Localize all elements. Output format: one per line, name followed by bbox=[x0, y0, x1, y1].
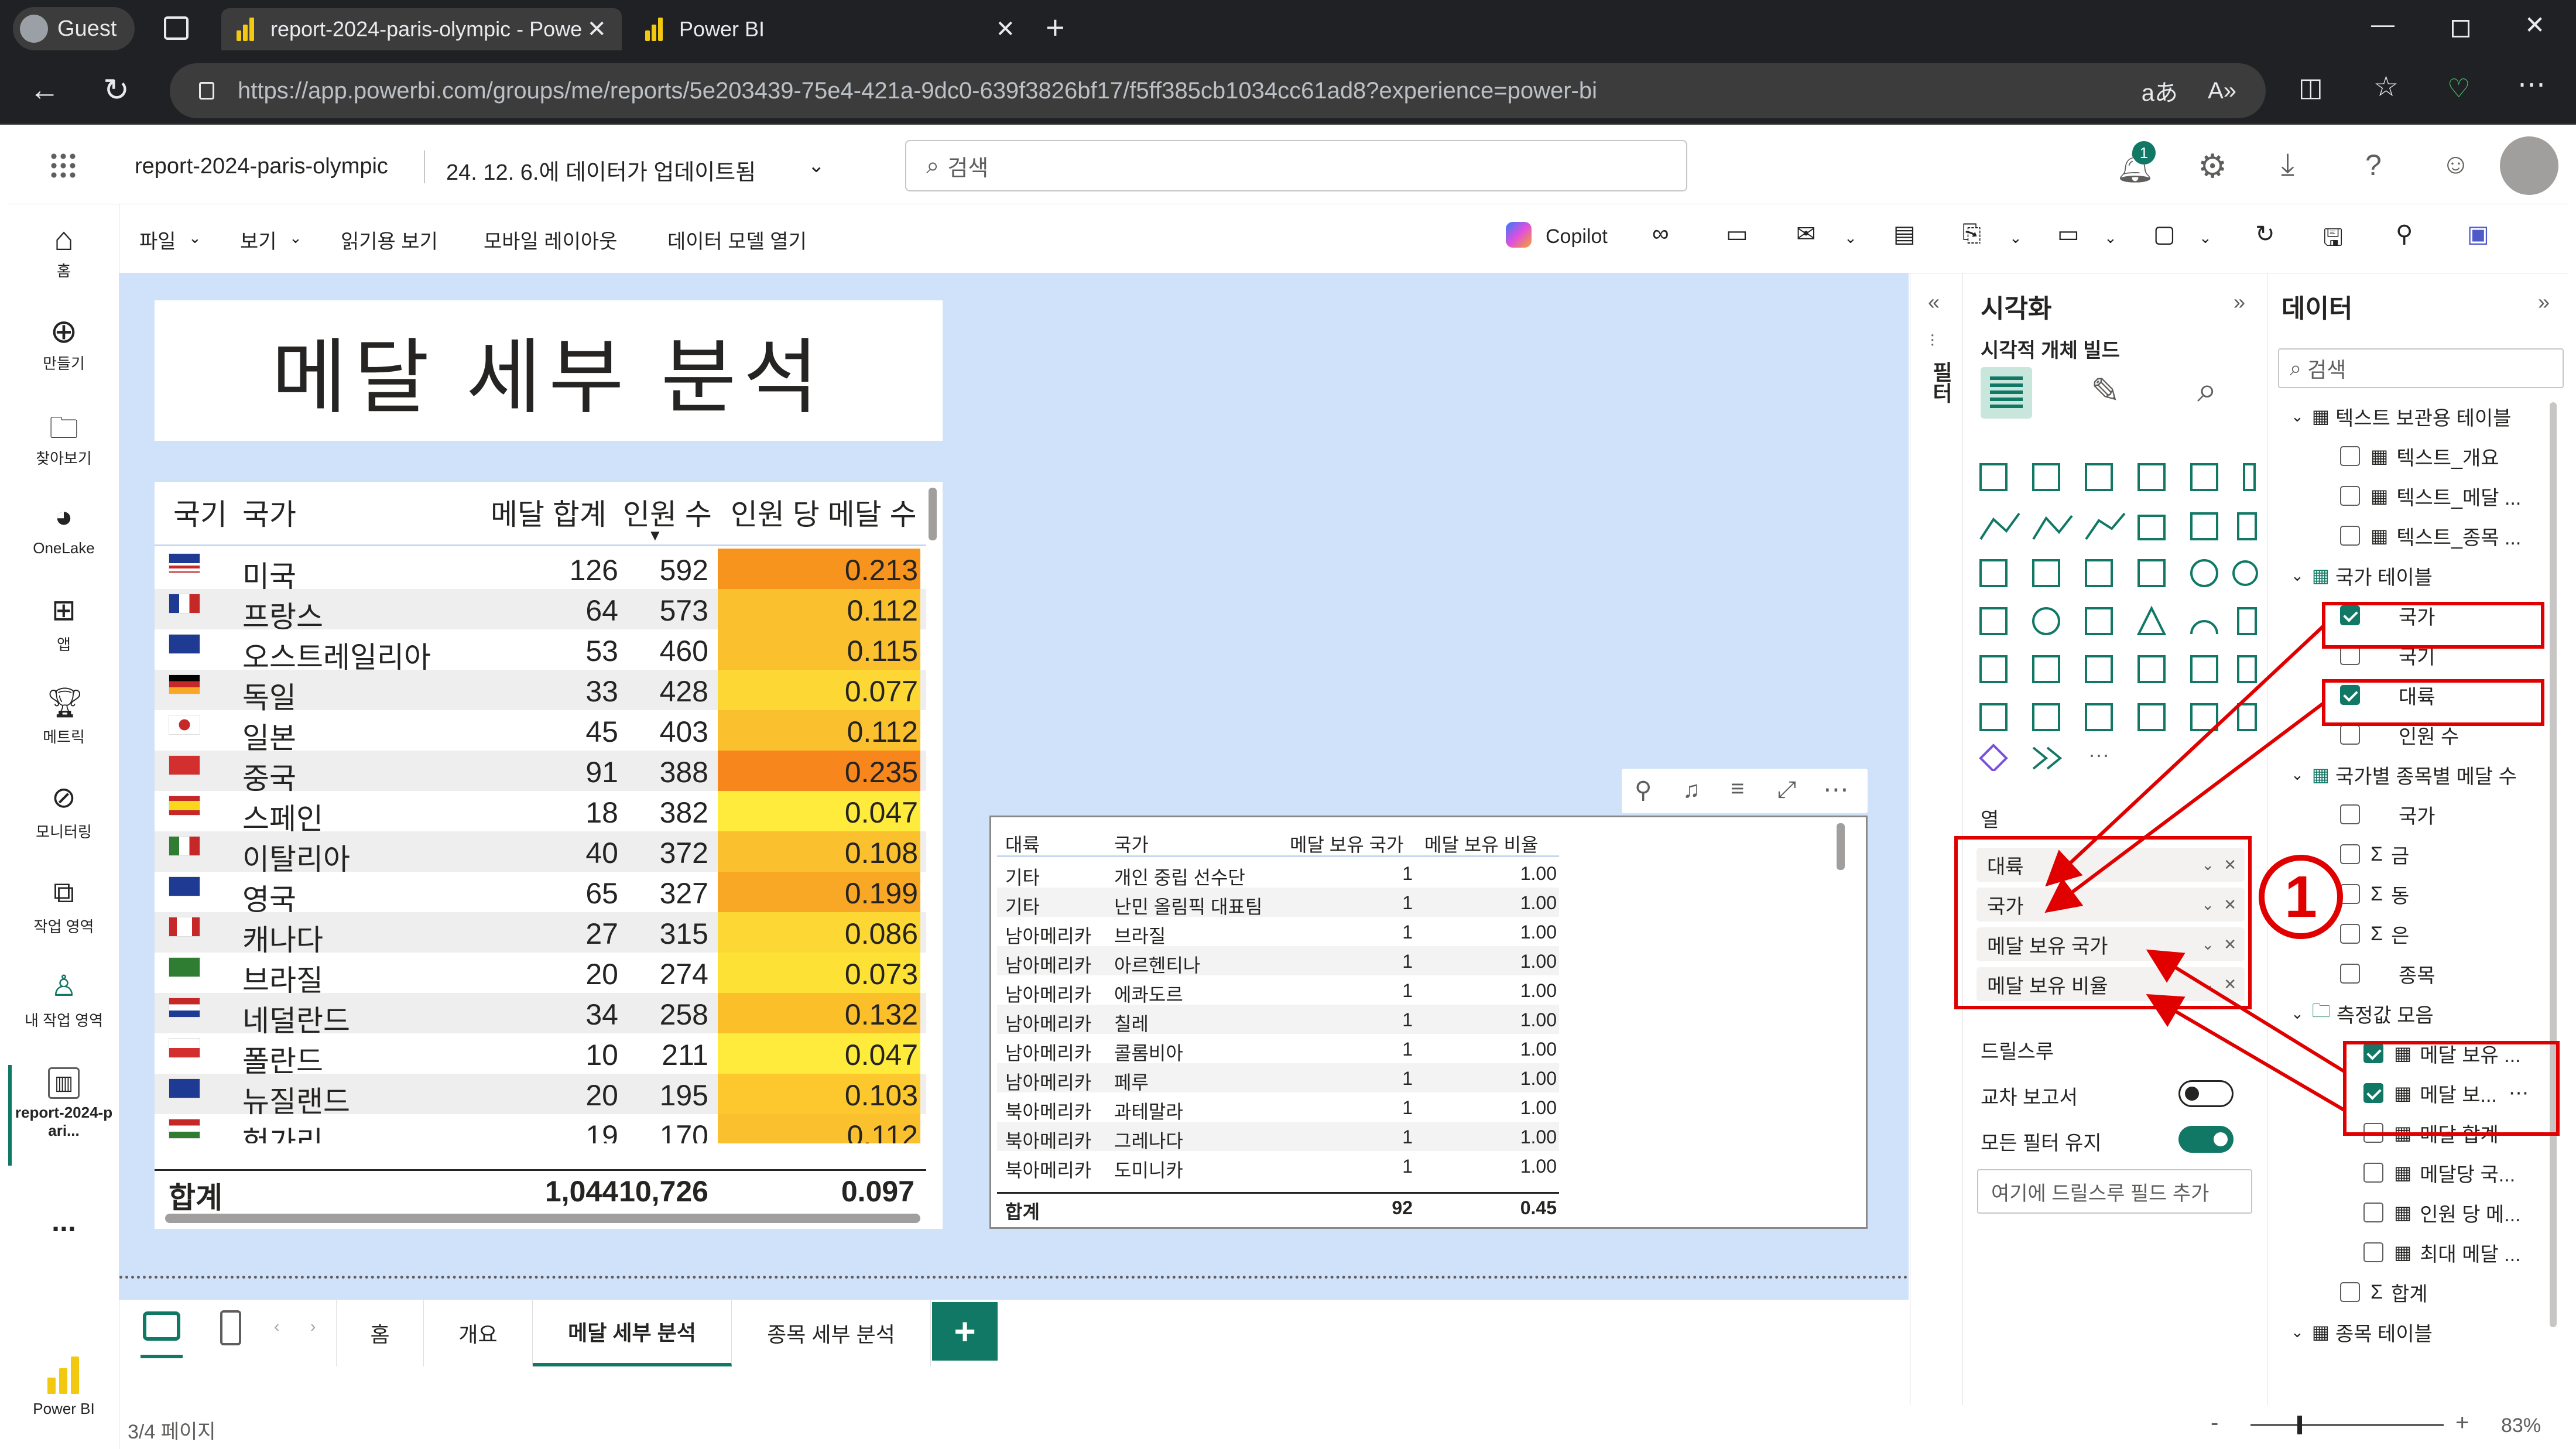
annotation-arrow bbox=[2045, 624, 2326, 887]
annotation-arrows bbox=[2044, 624, 2345, 1112]
annotation-arrow bbox=[2044, 701, 2325, 913]
